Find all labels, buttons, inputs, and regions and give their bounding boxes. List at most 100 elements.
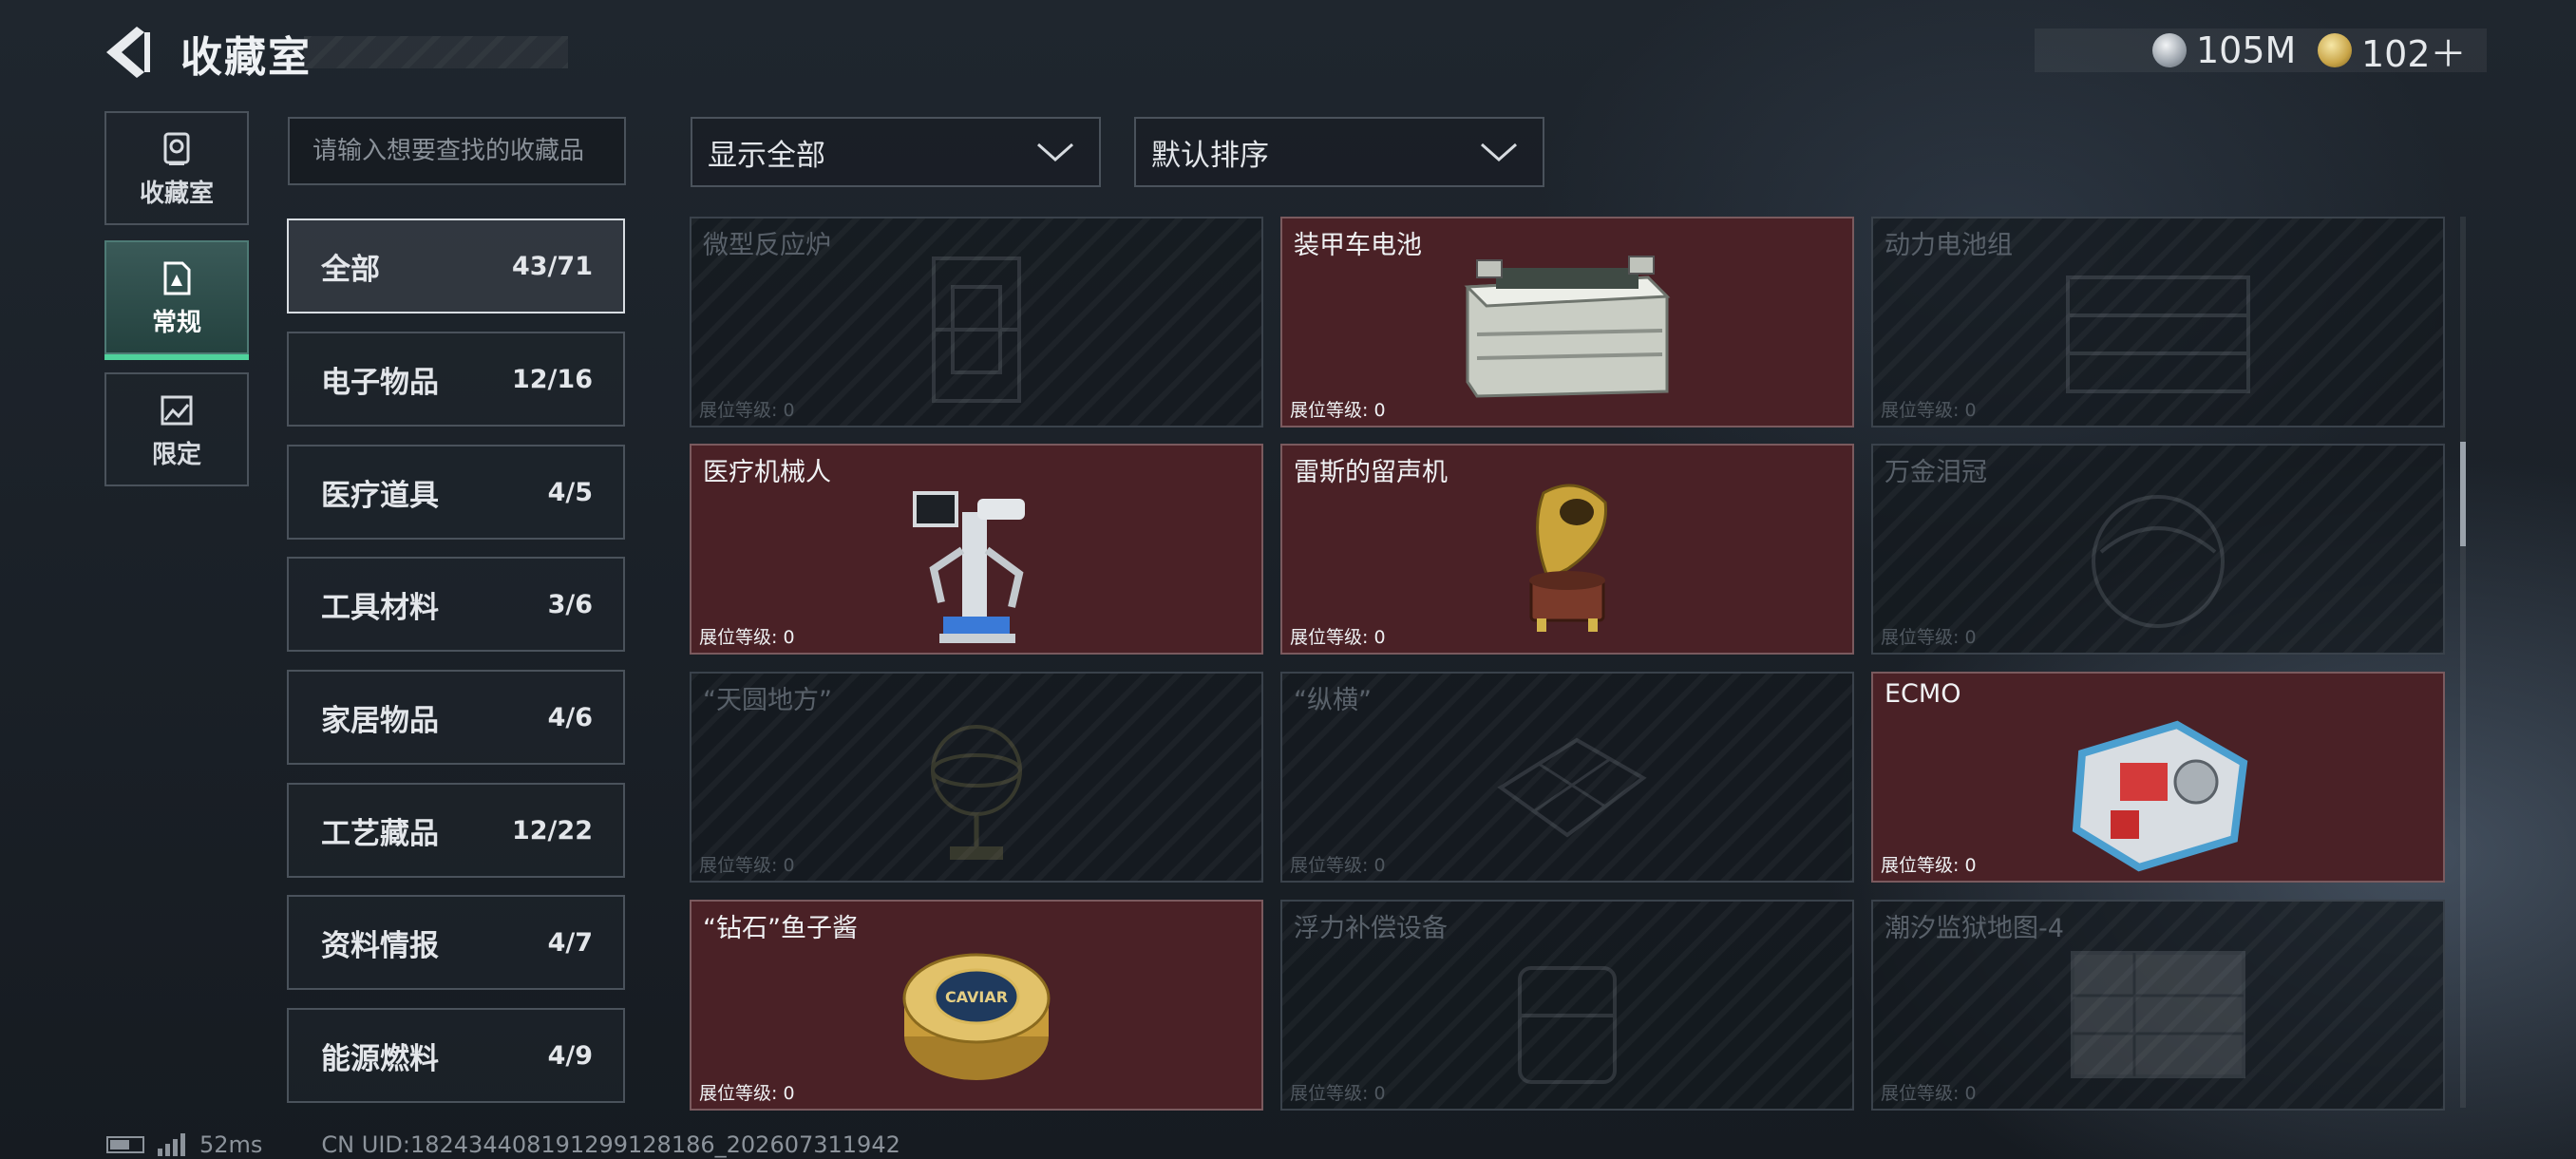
category-intel[interactable]: 资料情报 4/7 (287, 895, 625, 990)
category-medical[interactable]: 医疗道具 4/5 (287, 445, 625, 540)
display-level: 展位等级: 0 (1290, 627, 1386, 648)
item-name: “钻石”鱼子酱 (703, 914, 858, 943)
item-name: ECMO (1885, 679, 1961, 709)
category-tools[interactable]: 工具材料 3/6 (287, 557, 625, 652)
ping-value: 52ms (199, 1131, 263, 1158)
item-name: 动力电池组 (1885, 231, 2013, 260)
category-count: 12/16 (511, 364, 593, 394)
item-name: 微型反应炉 (703, 231, 831, 260)
category-label: 工具材料 (321, 590, 439, 625)
collection-card-armored-battery[interactable]: 装甲车电池 展位等级: 0 (1280, 217, 1854, 428)
currency-silver[interactable]: 105M (2152, 28, 2296, 72)
category-label: 全部 (321, 252, 380, 287)
gold-amount: 102＋ (2361, 32, 2467, 75)
category-count: 3/6 (547, 589, 593, 619)
collection-card-power-battery-pack[interactable]: 动力电池组 展位等级: 0 (1871, 217, 2445, 428)
category-all[interactable]: 全部 43/71 (287, 218, 625, 314)
item-name: “纵横” (1294, 686, 1372, 715)
item-name: 浮力补偿设备 (1294, 914, 1448, 943)
category-label: 资料情报 (321, 928, 439, 963)
category-household[interactable]: 家居物品 4/6 (287, 670, 625, 765)
display-level: 展位等级: 0 (699, 627, 795, 648)
category-count: 43/71 (511, 251, 593, 281)
gold-coin-icon (2318, 33, 2352, 67)
caviar-tin-icon: CAVIAR (902, 953, 1051, 1080)
chevron-down-icon (1481, 142, 1517, 162)
search-input[interactable] (288, 117, 626, 185)
medical-robot-icon (913, 491, 1025, 643)
item-name: 医疗机械人 (703, 458, 831, 487)
category-label: 工艺藏品 (321, 816, 439, 851)
side-tab-vault[interactable]: 收藏室 (104, 111, 249, 225)
ecmo-icon (2072, 720, 2248, 872)
category-count: 4/7 (547, 927, 593, 958)
category-label: 医疗道具 (321, 478, 439, 513)
collection-card-caviar[interactable]: “钻石”鱼子酱 CAVIAR 展位等级: 0 (690, 900, 1263, 1111)
category-count: 12/22 (511, 815, 593, 846)
silver-amount: 105M (2196, 29, 2297, 71)
category-crafts[interactable]: 工艺藏品 12/22 (287, 783, 625, 878)
map-icon (2071, 951, 2245, 1078)
display-level: 展位等级: 0 (1881, 400, 1977, 421)
collection-card-heaven-earth[interactable]: “天圆地方” 展位等级: 0 (690, 672, 1263, 883)
collection-card-medical-robot[interactable]: 医疗机械人 展位等级: 0 (690, 444, 1263, 655)
display-level: 展位等级: 0 (1881, 1083, 1977, 1104)
gramophone-icon (1529, 484, 1607, 632)
collection-card-gramophone[interactable]: 雷斯的留声机 展位等级: 0 (1280, 444, 1854, 655)
category-count: 4/5 (547, 477, 593, 507)
buoyancy-device-icon (1518, 966, 1617, 1084)
dropdown-value: 显示全部 (708, 138, 825, 173)
currency-gold[interactable]: 102＋ (2318, 28, 2467, 75)
image-icon (161, 395, 193, 426)
chevron-down-icon (1037, 142, 1073, 162)
crown-icon (2092, 495, 2225, 628)
collection-card-ecmo[interactable]: ECMO 展位等级: 0 (1871, 672, 2445, 883)
collection-card-crown[interactable]: 万金泪冠 展位等级: 0 (1871, 444, 2445, 655)
grid-scrollbar-thumb[interactable] (2460, 442, 2466, 546)
signal-icon (158, 1133, 188, 1156)
silver-coin-icon (2152, 33, 2187, 67)
battery-icon (106, 1136, 144, 1153)
side-tab-label: 收藏室 (139, 180, 214, 208)
display-level: 展位等级: 0 (1881, 855, 1977, 876)
caviar-tin-text: CAVIAR (945, 988, 1008, 1006)
back-arrow-icon[interactable] (103, 25, 152, 80)
display-level: 展位等级: 0 (1290, 855, 1386, 876)
status-footer: 52ms CN UID:1824344081912991281​86_20260… (106, 1130, 900, 1159)
collection-card-chessboard[interactable]: “纵横” 展位等级: 0 (1280, 672, 1854, 883)
display-level: 展位等级: 0 (1881, 627, 1977, 648)
item-name: 雷斯的留声机 (1294, 458, 1448, 487)
display-level: 展位等级: 0 (1290, 400, 1386, 421)
document-icon (163, 261, 191, 295)
collection-card-micro-reactor[interactable]: 微型反应炉 展位等级: 0 (690, 217, 1263, 428)
collection-card-tidal-prison-map[interactable]: 潮汐监狱地图-4 展位等级: 0 (1871, 900, 2445, 1111)
category-count: 4/6 (547, 702, 593, 732)
item-name: 万金泪冠 (1885, 458, 1987, 487)
chessboard-icon (1497, 737, 1647, 838)
item-name: “天圆地方” (703, 686, 832, 715)
category-label: 家居物品 (321, 703, 439, 738)
side-tab-label: 常规 (151, 309, 201, 337)
user-uid: CN UID:1824344081912991281​86_2026073119… (321, 1131, 900, 1158)
item-name: 装甲车电池 (1294, 231, 1422, 260)
display-level: 展位等级: 0 (699, 1083, 795, 1104)
active-tab-indicator (104, 354, 249, 360)
vault-icon (163, 132, 190, 165)
battery-icon (1464, 256, 1671, 398)
side-tab-limited[interactable]: 限定 (104, 372, 249, 486)
collection-card-buoyancy-device[interactable]: 浮力补偿设备 展位等级: 0 (1280, 900, 1854, 1111)
page-title: 收藏室 (180, 33, 312, 82)
display-level: 展位等级: 0 (699, 855, 795, 876)
side-tab-regular[interactable]: 常规 (104, 240, 249, 360)
side-tab-label: 限定 (151, 441, 201, 469)
category-electronics[interactable]: 电子物品 12/16 (287, 332, 625, 427)
display-filter-dropdown[interactable]: 显示全部 (691, 117, 1101, 187)
sort-dropdown[interactable]: 默认排序 (1134, 117, 1544, 187)
category-label: 能源燃料 (321, 1041, 439, 1076)
display-level: 展位等级: 0 (699, 400, 795, 421)
dropdown-value: 默认排序 (1151, 138, 1269, 173)
title-decoration (304, 36, 568, 68)
category-energy[interactable]: 能源燃料 4/9 (287, 1008, 625, 1103)
category-label: 电子物品 (321, 365, 439, 400)
grid-scrollbar-track[interactable] (2460, 217, 2466, 1108)
